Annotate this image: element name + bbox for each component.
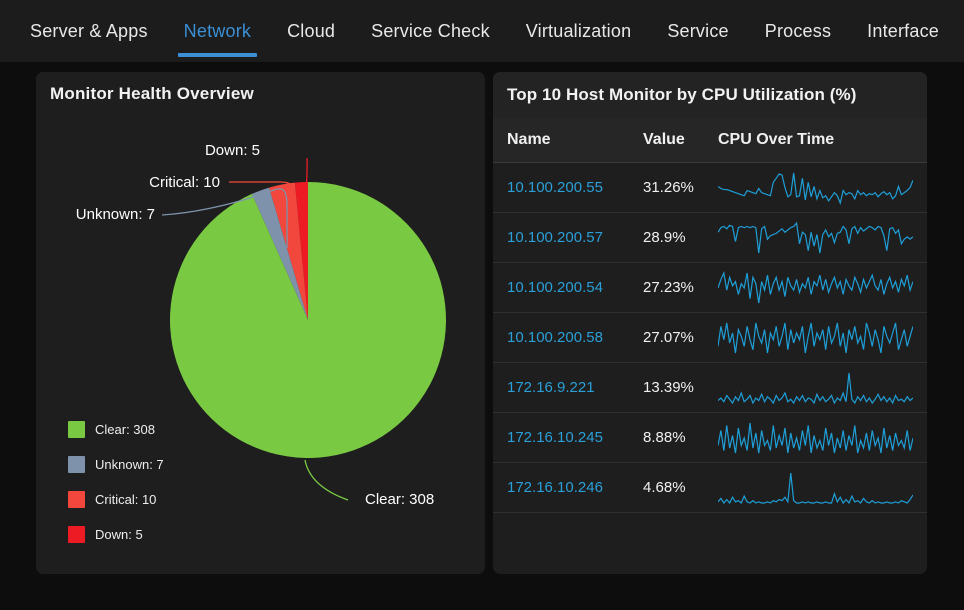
legend-swatch-icon (68, 421, 85, 438)
panel-title-top-host-cpu: Top 10 Host Monitor by CPU Utilization (… (493, 72, 927, 118)
legend-item[interactable]: Critical: 10 (68, 482, 164, 517)
pie-callout-label-clear: Clear: 308 (365, 491, 434, 508)
tab-label: Virtualization (526, 21, 632, 42)
tab-service-check[interactable]: Service Check (353, 0, 508, 62)
sparkline-path (718, 323, 913, 353)
tab-server-apps[interactable]: Server & Apps (30, 0, 166, 62)
sparkline-path (718, 273, 913, 303)
pie-callout-label-critical: Critical: 10 (149, 174, 220, 191)
host-name-link[interactable]: 10.100.200.57 (493, 229, 643, 246)
tab-service[interactable]: Service (649, 0, 746, 62)
table-row[interactable]: 10.100.200.5827.07% (493, 313, 927, 363)
sparkline-svg (718, 170, 913, 206)
sparkline-path (718, 223, 913, 253)
sparkline-svg (718, 320, 913, 356)
table-column-headers: Name Value CPU Over Time (493, 118, 927, 163)
legend-item[interactable]: Down: 5 (68, 517, 164, 552)
table-row[interactable]: 172.16.9.22113.39% (493, 363, 927, 413)
host-name-link[interactable]: 172.16.9.221 (493, 379, 643, 396)
host-name-link[interactable]: 10.100.200.58 (493, 329, 643, 346)
cpu-value: 31.26% (643, 179, 718, 196)
cpu-sparkline (718, 468, 927, 508)
column-header-name: Name (493, 131, 643, 149)
main-tab-bar: Server & Apps Network Cloud Service Check Vi… (0, 0, 964, 62)
legend-item-label: Down: 5 (95, 527, 143, 542)
cpu-value: 27.23% (643, 279, 718, 296)
table-row[interactable]: 10.100.200.5728.9% (493, 213, 927, 263)
legend-swatch-icon (68, 526, 85, 543)
pie-chart-legend: Clear: 308 Unknown: 7 Critical: 10 Down: 5 (68, 412, 164, 552)
pie-callout-line-clear (305, 460, 348, 500)
host-name-link[interactable]: 172.16.10.245 (493, 429, 643, 446)
legend-swatch-icon (68, 491, 85, 508)
table-row[interactable]: 10.100.200.5531.26% (493, 163, 927, 213)
top-host-cpu-panel: Top 10 Host Monitor by CPU Utilization (… (493, 72, 927, 574)
host-table-body: 10.100.200.5531.26%10.100.200.5728.9%10.… (493, 163, 927, 513)
sparkline-path (718, 423, 913, 453)
cpu-sparkline (718, 168, 927, 208)
tab-cloud[interactable]: Cloud (269, 0, 353, 62)
tab-label: Interface (867, 21, 939, 42)
pie-callout-label-unknown: Unknown: 7 (76, 206, 155, 223)
cpu-value: 27.07% (643, 329, 718, 346)
tab-interface[interactable]: Interface (849, 0, 957, 62)
legend-item[interactable]: Clear: 308 (68, 412, 164, 447)
sparkline-svg (718, 220, 913, 256)
cpu-value: 28.9% (643, 229, 718, 246)
pie-slice-clear[interactable] (170, 182, 446, 458)
cpu-sparkline (718, 318, 927, 358)
tab-virtualization[interactable]: Virtualization (508, 0, 650, 62)
tab-label: Network (184, 21, 251, 42)
sparkline-svg (718, 470, 913, 506)
sparkline-path (718, 473, 913, 503)
column-header-cpu-over-time: CPU Over Time (718, 131, 927, 149)
table-row[interactable]: 10.100.200.5427.23% (493, 263, 927, 313)
pie-callout-label-down: Down: 5 (205, 142, 260, 159)
sparkline-svg (718, 370, 913, 406)
tab-label: Service Check (371, 21, 490, 42)
sparkline-path (718, 173, 913, 203)
legend-item[interactable]: Unknown: 7 (68, 447, 164, 482)
sparkline-path (718, 373, 913, 403)
cpu-sparkline (718, 418, 927, 458)
tab-label: Cloud (287, 21, 335, 42)
legend-item-label: Critical: 10 (95, 492, 156, 507)
monitor-health-overview-panel: Monitor Health Overview Down: 5Critical:… (36, 72, 485, 574)
tab-process[interactable]: Process (747, 0, 849, 62)
cpu-sparkline (718, 368, 927, 408)
table-row[interactable]: 172.16.10.2458.88% (493, 413, 927, 463)
tab-label: Process (765, 21, 831, 42)
sparkline-svg (718, 420, 913, 456)
legend-swatch-icon (68, 456, 85, 473)
column-header-value: Value (643, 131, 718, 149)
dashboard-root: Server & Apps Network Cloud Service Check Vi… (0, 0, 964, 610)
table-row[interactable]: 172.16.10.2464.68% (493, 463, 927, 513)
cpu-value: 8.88% (643, 429, 718, 446)
host-name-link[interactable]: 10.100.200.55 (493, 179, 643, 196)
tab-label: Service (667, 21, 728, 42)
tab-label: Server & Apps (30, 21, 148, 42)
cpu-value: 13.39% (643, 379, 718, 396)
sparkline-svg (718, 270, 913, 306)
legend-item-label: Clear: 308 (95, 422, 155, 437)
legend-item-label: Unknown: 7 (95, 457, 164, 472)
host-name-link[interactable]: 10.100.200.54 (493, 279, 643, 296)
tab-network[interactable]: Network (166, 0, 269, 62)
cpu-sparkline (718, 268, 927, 308)
cpu-value: 4.68% (643, 479, 718, 496)
host-name-link[interactable]: 172.16.10.246 (493, 479, 643, 496)
cpu-sparkline (718, 218, 927, 258)
